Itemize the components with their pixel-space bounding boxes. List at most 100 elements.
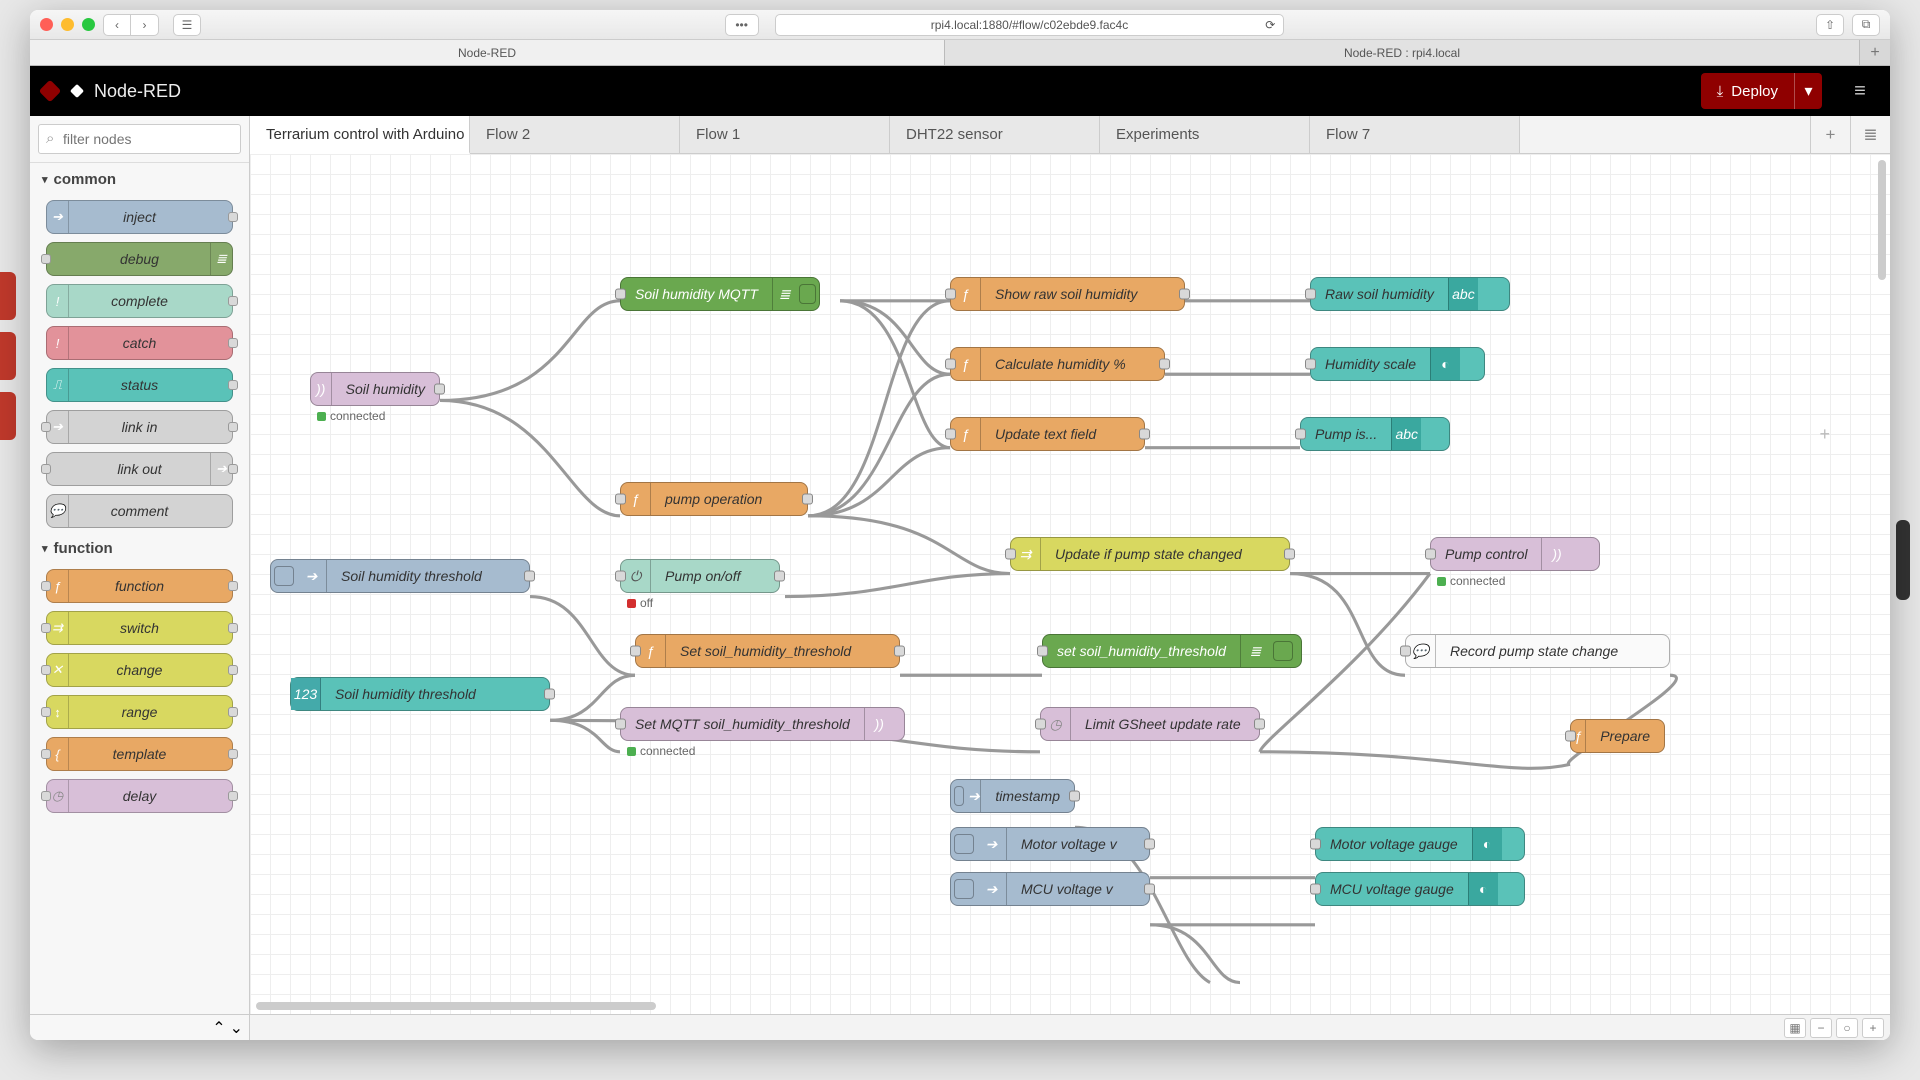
palette-category-common[interactable]: common — [30, 163, 249, 196]
palette-expand-button[interactable]: ⌄ — [230, 1018, 243, 1038]
node-function[interactable]: ƒCalculate humidity % — [950, 347, 1165, 381]
node-delay[interactable]: ◷Limit GSheet update rate — [1040, 707, 1260, 741]
sidebar-toggle-button[interactable]: ☰ — [173, 14, 201, 36]
alert-icon: ! — [47, 327, 69, 359]
minimize-icon[interactable] — [61, 18, 74, 31]
flow-tabs: Terrarium control with Arduino Flow 2 Fl… — [250, 116, 1890, 154]
new-tab-button[interactable]: + — [1860, 40, 1890, 65]
palette-node-catch[interactable]: !catch — [46, 326, 233, 360]
flow-tab[interactable]: Flow 7 — [1310, 116, 1520, 153]
reader-button[interactable]: ••• — [725, 14, 759, 36]
node-mqtt-out[interactable]: Pump control)) connected — [1430, 537, 1600, 571]
url-text: rpi4.local:1880/#flow/c02ebde9.fac4c — [931, 18, 1128, 32]
palette-node-link-out[interactable]: link out➔ — [46, 452, 233, 486]
comment-icon: 💬 — [47, 495, 69, 527]
list-icon: ≣ — [1240, 635, 1270, 667]
node-debug[interactable]: Soil humidity MQTT ≣ — [620, 277, 820, 311]
pulse-icon: ⎍ — [47, 369, 69, 401]
palette-node-status[interactable]: ⎍status — [46, 368, 233, 402]
node-function[interactable]: ƒpump operation — [620, 482, 808, 516]
palette-node-change[interactable]: ✕change — [46, 653, 233, 687]
palette-node-complete[interactable]: !complete — [46, 284, 233, 318]
zoom-in-button[interactable]: + — [1862, 1018, 1884, 1038]
node-ui-text[interactable]: Raw soil humidityabc — [1310, 277, 1510, 311]
close-icon[interactable] — [40, 18, 53, 31]
nav-fwd-button[interactable]: › — [131, 14, 159, 36]
flow-canvas[interactable]: )) Soil humidity connected Soil humidity… — [250, 154, 1890, 1014]
zoom-out-button[interactable]: − — [1810, 1018, 1832, 1038]
template-icon: { — [47, 738, 69, 770]
node-ui-switch[interactable]: ⏻Pump on/off off — [620, 559, 780, 593]
list-flows-button[interactable]: ≣ — [1850, 116, 1890, 153]
browser-tab[interactable]: Node-RED : rpi4.local — [945, 40, 1860, 65]
node-inject[interactable]: ➔timestamp — [950, 779, 1075, 813]
app-title: Node-RED — [94, 81, 181, 102]
text-icon: abc — [1391, 418, 1421, 450]
palette-node-link-in[interactable]: ➔link in — [46, 410, 233, 444]
node-comment[interactable]: 💬Record pump state change — [1405, 634, 1670, 668]
palette-node-inject[interactable]: ➔inject — [46, 200, 233, 234]
flow-tab[interactable]: DHT22 sensor — [890, 116, 1100, 153]
deploy-dropdown-button[interactable]: ▾ — [1794, 73, 1822, 109]
zoom-reset-button[interactable]: ○ — [1836, 1018, 1858, 1038]
node-ui-gauge[interactable]: MCU voltage gauge◐ — [1315, 872, 1525, 906]
palette-node-range[interactable]: ↕range — [46, 695, 233, 729]
flow-tab[interactable]: Flow 1 — [680, 116, 890, 153]
hamburger-menu-button[interactable]: ≡ — [1842, 73, 1878, 109]
node-mqtt-in[interactable]: )) Soil humidity connected — [310, 372, 440, 406]
url-bar[interactable]: rpi4.local:1880/#flow/c02ebde9.fac4c ⟳ — [775, 14, 1285, 36]
share-button[interactable]: ⇧ — [1816, 14, 1844, 36]
node-inject[interactable]: ➔Motor voltage v — [950, 827, 1150, 861]
timer-icon: ◷ — [47, 780, 69, 812]
numeric-icon: 123 — [291, 678, 321, 710]
reload-icon[interactable]: ⟳ — [1265, 18, 1275, 32]
vertical-scrollbar[interactable] — [1878, 160, 1886, 280]
deploy-button[interactable]: ⤓ Deploy ▾ — [1701, 73, 1822, 109]
app-window: ‹ › ☰ ••• rpi4.local:1880/#flow/c02ebde9… — [30, 10, 1890, 1040]
palette-node-function[interactable]: ƒfunction — [46, 569, 233, 603]
flow-tab[interactable]: Flow 2 — [470, 116, 680, 153]
filter-nodes-input[interactable] — [38, 124, 241, 154]
flow-tab[interactable]: Experiments — [1100, 116, 1310, 153]
node-function[interactable]: ƒUpdate text field — [950, 417, 1145, 451]
titlebar: ‹ › ☰ ••• rpi4.local:1880/#flow/c02ebde9… — [30, 10, 1890, 40]
check-icon: ! — [47, 285, 69, 317]
nav-back-button[interactable]: ‹ — [103, 14, 131, 36]
arrow-icon: ➔ — [977, 873, 1007, 905]
function-icon: ƒ — [47, 570, 69, 602]
node-ui-gauge[interactable]: Humidity scale◐ — [1310, 347, 1485, 381]
text-icon: abc — [1448, 278, 1478, 310]
view-nav-button[interactable]: ▦ — [1784, 1018, 1806, 1038]
nodered-logo-icon — [42, 80, 82, 102]
node-mqtt-out[interactable]: Set MQTT soil_humidity_threshold)) conne… — [620, 707, 905, 741]
palette-category-function[interactable]: function — [30, 532, 249, 565]
node-ui-numeric[interactable]: 123Soil humidity threshold — [290, 677, 550, 711]
node-function[interactable]: ƒSet soil_humidity_threshold — [635, 634, 900, 668]
palette-node-comment[interactable]: 💬comment — [46, 494, 233, 528]
horizontal-scrollbar[interactable] — [256, 1002, 656, 1010]
node-ui-text[interactable]: Pump is...abc — [1300, 417, 1450, 451]
zoom-icon[interactable] — [82, 18, 95, 31]
node-function[interactable]: ƒPrepare — [1570, 719, 1665, 753]
node-debug[interactable]: set soil_humidity_threshold≣ — [1042, 634, 1302, 668]
flow-tab[interactable]: Terrarium control with Arduino — [250, 116, 470, 154]
mqtt-icon: )) — [1541, 538, 1571, 570]
traffic-lights[interactable] — [40, 18, 95, 31]
node-ui-gauge[interactable]: Motor voltage gauge◐ — [1315, 827, 1525, 861]
palette-node-debug[interactable]: debug≣ — [46, 242, 233, 276]
arrow-icon: ➔ — [47, 201, 69, 233]
node-switch[interactable]: ⇉Update if pump state changed — [1010, 537, 1290, 571]
palette-collapse-button[interactable]: ⌃ — [212, 1018, 225, 1038]
palette-node-template[interactable]: {template — [46, 737, 233, 771]
palette-node-switch[interactable]: ⇉switch — [46, 611, 233, 645]
palette-node-delay[interactable]: ◷delay — [46, 779, 233, 813]
browser-tab[interactable]: Node-RED — [30, 40, 945, 65]
list-icon: ≣ — [772, 278, 797, 310]
workspace: Terrarium control with Arduino Flow 2 Fl… — [250, 116, 1890, 1040]
list-icon: ≣ — [210, 243, 232, 275]
node-inject[interactable]: ➔MCU voltage v — [950, 872, 1150, 906]
add-flow-button[interactable]: + — [1810, 116, 1850, 153]
node-inject[interactable]: ➔Soil humidity threshold — [270, 559, 530, 593]
tabs-button[interactable]: ⧉ — [1852, 14, 1880, 36]
node-function[interactable]: ƒShow raw soil humidity — [950, 277, 1185, 311]
